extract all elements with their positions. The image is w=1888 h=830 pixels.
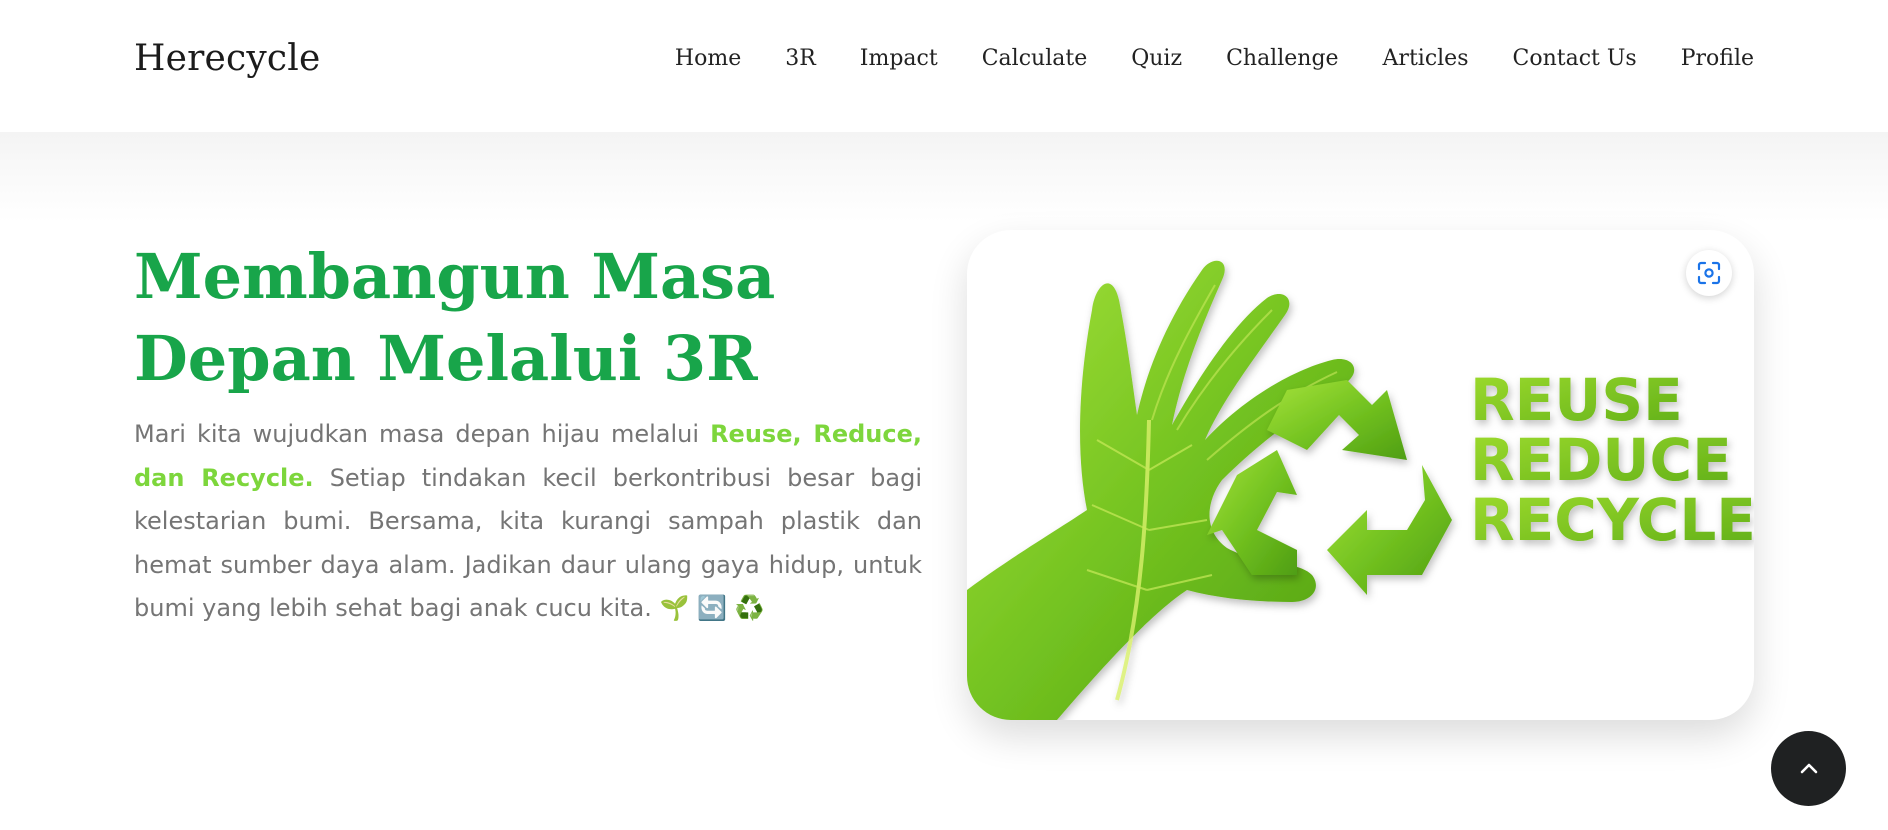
hero-description: Mari kita wujudkan masa depan hijau mela… (134, 413, 922, 631)
3r-words: REUSE REDUCE RECYCLE (1470, 366, 1754, 554)
word-recycle: RECYCLE (1470, 486, 1754, 554)
nav-profile[interactable]: Profile (1681, 46, 1754, 71)
chevron-up-icon (1800, 763, 1817, 773)
hero-text-intro: Mari kita wujudkan masa depan hijau mela… (134, 420, 711, 448)
image-search-button[interactable] (1686, 250, 1732, 296)
nav-3r[interactable]: 3R (785, 46, 816, 71)
main-nav: Home 3R Impact Calculate Quiz Challenge … (675, 46, 1754, 71)
arrows-emoji: 🔄 (697, 594, 727, 622)
nav-quiz[interactable]: Quiz (1131, 46, 1182, 71)
header-shadow (0, 132, 1888, 222)
nav-home[interactable]: Home (675, 46, 741, 71)
nav-challenge[interactable]: Challenge (1226, 46, 1338, 71)
nav-impact[interactable]: Impact (860, 46, 938, 71)
word-reuse: REUSE (1470, 366, 1683, 434)
google-lens-icon (1697, 261, 1721, 285)
site-header: Herecycle Home 3R Impact Calculate Quiz … (0, 0, 1888, 132)
recycle-emoji: ♻️ (734, 594, 765, 622)
seedling-emoji: 🌱 (659, 594, 690, 622)
hero-title-line2: Depan Melalui 3R (134, 322, 758, 395)
hero-title: Membangun Masa Depan Melalui 3R (134, 236, 894, 400)
nav-calculate[interactable]: Calculate (982, 46, 1088, 71)
leaf-hand-recycle-illustration: REUSE REDUCE RECYCLE (967, 260, 1754, 720)
nav-articles[interactable]: Articles (1383, 46, 1469, 71)
hero-title-line1: Membangun Masa (134, 240, 776, 313)
back-to-top-button[interactable] (1771, 731, 1846, 806)
word-reduce: REDUCE (1470, 426, 1732, 494)
leaf-hand (967, 260, 1355, 720)
brand-logo[interactable]: Herecycle (134, 38, 321, 79)
hero-image: REUSE REDUCE RECYCLE (967, 230, 1754, 720)
nav-contact-us[interactable]: Contact Us (1513, 46, 1637, 71)
